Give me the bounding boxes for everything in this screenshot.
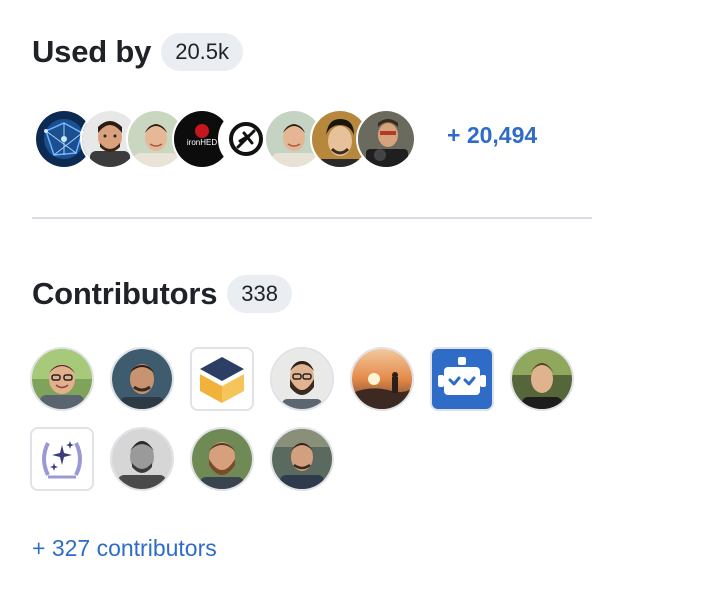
man-beard-glasses-avatar[interactable] xyxy=(270,347,334,411)
laurel-stars-logo-avatar[interactable] xyxy=(30,427,94,491)
yellow-box-logo-avatar[interactable] xyxy=(190,347,254,411)
section-divider xyxy=(32,217,592,219)
used-by-avatar-list: ironHED xyxy=(34,109,434,169)
contributors-more-link[interactable]: + 327 contributors xyxy=(32,535,217,562)
used-by-header: Used by 20.5k xyxy=(32,32,244,72)
sunset-landscape-avatar[interactable] xyxy=(350,347,414,411)
used-by-more-link[interactable]: + 20,494 xyxy=(447,122,537,149)
man-glasses-avatar[interactable] xyxy=(30,347,94,411)
man-beard-avatar[interactable] xyxy=(190,427,254,491)
sidebar-panel: Used by 20.5k ironHED + 20,494 Contribut… xyxy=(0,0,706,598)
bot-logo-avatar[interactable] xyxy=(430,347,494,411)
used-by-title[interactable]: Used by xyxy=(32,32,151,72)
man-bw-avatar[interactable] xyxy=(110,427,174,491)
young-man-green-avatar[interactable] xyxy=(510,347,574,411)
contributors-header: Contributors 338 xyxy=(32,274,293,314)
contributors-count-badge: 338 xyxy=(227,275,293,313)
contributors-title[interactable]: Contributors xyxy=(32,274,217,314)
used-by-count-badge: 20.5k xyxy=(161,33,244,71)
contributors-avatar-grid xyxy=(30,345,590,495)
man-outdoor-avatar[interactable] xyxy=(110,347,174,411)
man-street-avatar[interactable] xyxy=(270,427,334,491)
man-with-camera-avatar[interactable] xyxy=(356,109,416,169)
ironhed-logo-text: ironHED xyxy=(187,138,217,147)
